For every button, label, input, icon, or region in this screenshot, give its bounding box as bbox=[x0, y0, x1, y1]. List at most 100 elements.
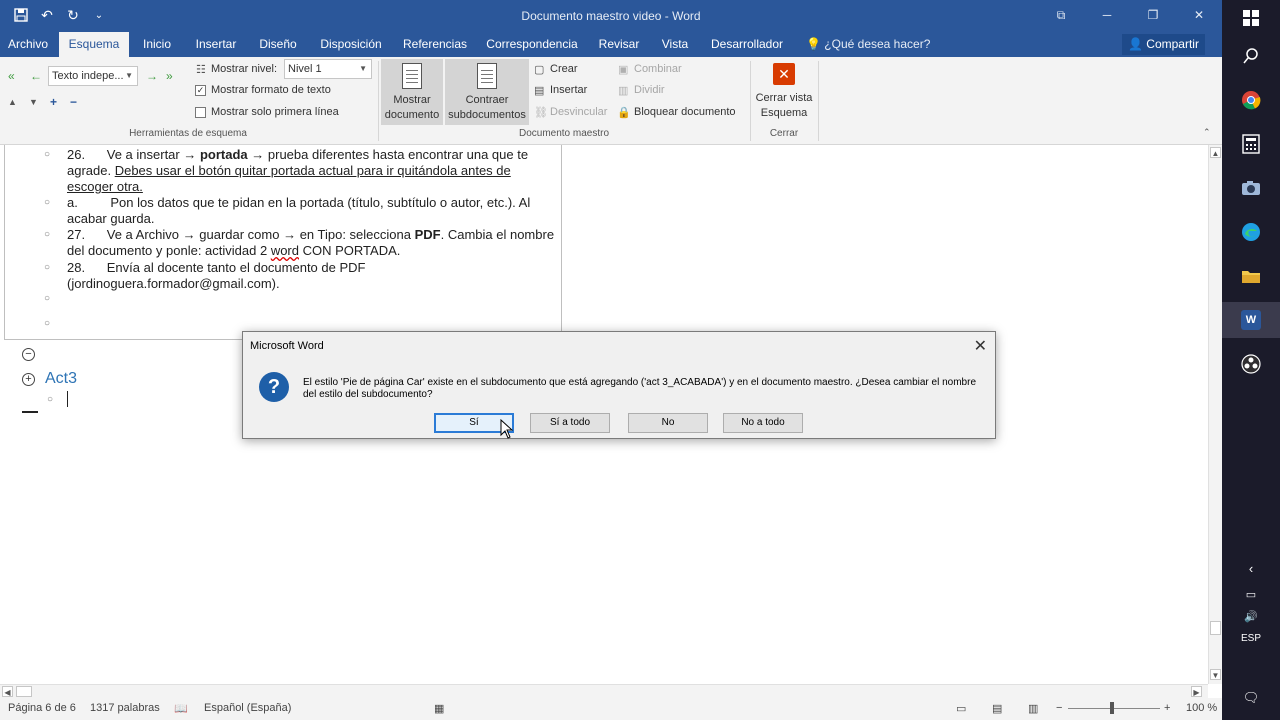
tab-desarrollador[interactable]: Desarrollador bbox=[705, 32, 789, 57]
zoom-level[interactable]: 100 % bbox=[1186, 702, 1217, 714]
volume-icon[interactable]: 🔊 bbox=[1222, 598, 1280, 634]
expand-icon[interactable]: + bbox=[50, 95, 57, 109]
lock-document-button[interactable]: Bloquear documento bbox=[634, 106, 736, 118]
proofing-icon[interactable]: 📖 bbox=[174, 702, 188, 715]
tab-correspondencia[interactable]: Correspondencia bbox=[482, 32, 582, 57]
close-icon: ✕ bbox=[773, 63, 795, 85]
web-layout-icon[interactable]: ▥ bbox=[1028, 702, 1038, 715]
page-count[interactable]: Página 6 de 6 bbox=[8, 702, 76, 714]
camera-icon[interactable] bbox=[1222, 170, 1280, 206]
ribbon: « ← Texto indepe... ▼ → » ▲ ▼ + − ☷ Most… bbox=[0, 57, 1222, 145]
outline-level-select[interactable]: Texto indepe... ▼ bbox=[48, 66, 138, 86]
item-bold-text: portada bbox=[199, 147, 248, 162]
edge-icon[interactable] bbox=[1222, 214, 1280, 250]
outline-bullet[interactable]: ○ bbox=[44, 229, 50, 240]
print-layout-icon[interactable]: ▤ bbox=[992, 702, 1002, 715]
scroll-right-icon[interactable]: ▶ bbox=[1191, 686, 1202, 697]
language-status[interactable]: Español (España) bbox=[204, 702, 291, 714]
chrome-icon[interactable] bbox=[1222, 82, 1280, 118]
close-window-icon[interactable]: ✕ bbox=[1176, 0, 1222, 30]
unlink-button[interactable]: Desvincular bbox=[550, 106, 607, 118]
arrow-icon: → bbox=[283, 227, 297, 242]
restore-icon[interactable]: ❐ bbox=[1130, 0, 1176, 30]
expand-heading-icon[interactable]: + bbox=[22, 373, 35, 386]
tab-disposicion[interactable]: Disposición bbox=[314, 32, 388, 57]
demote-icon[interactable]: → bbox=[146, 69, 158, 83]
minimize-icon[interactable]: ─ bbox=[1084, 0, 1130, 30]
tab-revisar[interactable]: Revisar bbox=[593, 32, 645, 57]
scroll-up-icon[interactable]: ▲ bbox=[1210, 147, 1221, 158]
notifications-icon[interactable]: 🗨 bbox=[1222, 680, 1280, 716]
collapse-subdocument-icon[interactable]: − bbox=[22, 348, 35, 361]
horizontal-scroll-thumb[interactable] bbox=[16, 686, 32, 697]
show-first-line-only-checkbox[interactable] bbox=[195, 107, 206, 118]
tab-archivo[interactable]: Archivo bbox=[0, 32, 56, 57]
ribbon-tabs: Archivo Esquema Inicio Insertar Diseño D… bbox=[0, 32, 1222, 57]
promote-icon[interactable]: ← bbox=[30, 69, 42, 83]
share-label: Compartir bbox=[1146, 37, 1199, 51]
tab-diseno[interactable]: Diseño bbox=[253, 32, 303, 57]
ribbon-display-options-icon[interactable]: ⧉ bbox=[1038, 0, 1084, 30]
scroll-down-icon[interactable]: ▼ bbox=[1210, 669, 1221, 680]
outline-bullet[interactable]: ○ bbox=[44, 197, 50, 208]
no-to-all-button[interactable]: No a todo bbox=[723, 413, 803, 433]
input-language[interactable]: ESP bbox=[1222, 633, 1280, 644]
zoom-in-icon[interactable]: + bbox=[1164, 702, 1170, 714]
spelling-error-text[interactable]: word bbox=[271, 243, 299, 258]
show-level-icon: ☷ bbox=[196, 64, 206, 76]
show-document-button[interactable]: Mostrar documento bbox=[381, 59, 443, 125]
windows-start-icon[interactable] bbox=[1222, 0, 1280, 36]
tab-referencias[interactable]: Referencias bbox=[399, 32, 471, 57]
zoom-out-icon[interactable]: − bbox=[1056, 702, 1062, 714]
group-separator bbox=[378, 61, 379, 141]
merge-button[interactable]: Combinar bbox=[634, 63, 682, 75]
dialog-close-icon[interactable]: ✕ bbox=[974, 336, 987, 356]
move-down-icon[interactable]: ▼ bbox=[29, 97, 38, 107]
demote-to-body-text-icon[interactable]: » bbox=[166, 69, 173, 83]
item-number: 28. bbox=[67, 260, 86, 275]
vertical-scroll-thumb[interactable] bbox=[1210, 621, 1221, 635]
collapse-ribbon-icon[interactable]: ⌃ bbox=[1203, 127, 1211, 138]
calculator-icon[interactable] bbox=[1222, 126, 1280, 162]
promote-to-heading-1-icon[interactable]: « bbox=[8, 69, 15, 83]
word-count[interactable]: 1317 palabras bbox=[90, 702, 160, 714]
collapse-subdocuments-button[interactable]: Contraer subdocumentos bbox=[445, 59, 529, 125]
outline-bullet[interactable]: ○ bbox=[47, 394, 53, 405]
read-mode-icon[interactable]: ▭ bbox=[956, 702, 966, 715]
outline-bullet[interactable]: ○ bbox=[44, 149, 50, 160]
vertical-scrollbar[interactable]: ▲ ▼ bbox=[1208, 145, 1222, 684]
outline-bullet[interactable]: ○ bbox=[44, 293, 50, 304]
outline-bullet[interactable]: ○ bbox=[44, 318, 50, 329]
heading-act3[interactable]: Act3 bbox=[45, 370, 77, 388]
macro-recording-icon[interactable]: ▦ bbox=[434, 702, 444, 715]
obs-icon[interactable] bbox=[1222, 346, 1280, 382]
tell-me-box[interactable]: 💡 ¿Qué desea hacer? bbox=[806, 32, 930, 57]
no-button[interactable]: No bbox=[628, 413, 708, 433]
tab-inicio[interactable]: Inicio bbox=[135, 32, 179, 57]
collapse-icon[interactable]: − bbox=[70, 95, 77, 109]
close-outline-view-button[interactable]: ✕ Cerrar vista Esquema bbox=[752, 63, 816, 125]
share-button[interactable]: 👤 Compartir bbox=[1122, 34, 1205, 55]
file-explorer-icon[interactable] bbox=[1222, 258, 1280, 294]
split-button[interactable]: Dividir bbox=[634, 84, 665, 96]
create-icon: ▢ bbox=[534, 64, 545, 76]
show-text-formatting-checkbox[interactable]: ✓ bbox=[195, 85, 206, 96]
zoom-slider[interactable] bbox=[1068, 708, 1160, 709]
tab-insertar[interactable]: Insertar bbox=[190, 32, 242, 57]
tab-esquema[interactable]: Esquema bbox=[59, 32, 129, 57]
scroll-left-icon[interactable]: ◀ bbox=[2, 686, 13, 697]
word-icon[interactable]: W bbox=[1222, 302, 1280, 338]
tab-vista[interactable]: Vista bbox=[656, 32, 694, 57]
outline-bullet[interactable]: ○ bbox=[44, 262, 50, 273]
insert-button[interactable]: Insertar bbox=[550, 84, 587, 96]
search-icon[interactable] bbox=[1222, 38, 1280, 74]
show-level-select[interactable]: Nivel 1 ▼ bbox=[284, 59, 372, 79]
show-level-label: Mostrar nivel: bbox=[211, 63, 278, 75]
yes-to-all-button[interactable]: Sí a todo bbox=[530, 413, 610, 433]
create-button[interactable]: Crear bbox=[550, 63, 578, 75]
move-up-icon[interactable]: ▲ bbox=[8, 97, 17, 107]
horizontal-scrollbar[interactable]: ◀ ▶ bbox=[0, 684, 1208, 698]
item-text: Ve a insertar bbox=[106, 147, 184, 162]
show-level-value: Nivel 1 bbox=[288, 63, 322, 75]
zoom-slider-thumb[interactable] bbox=[1110, 702, 1114, 714]
